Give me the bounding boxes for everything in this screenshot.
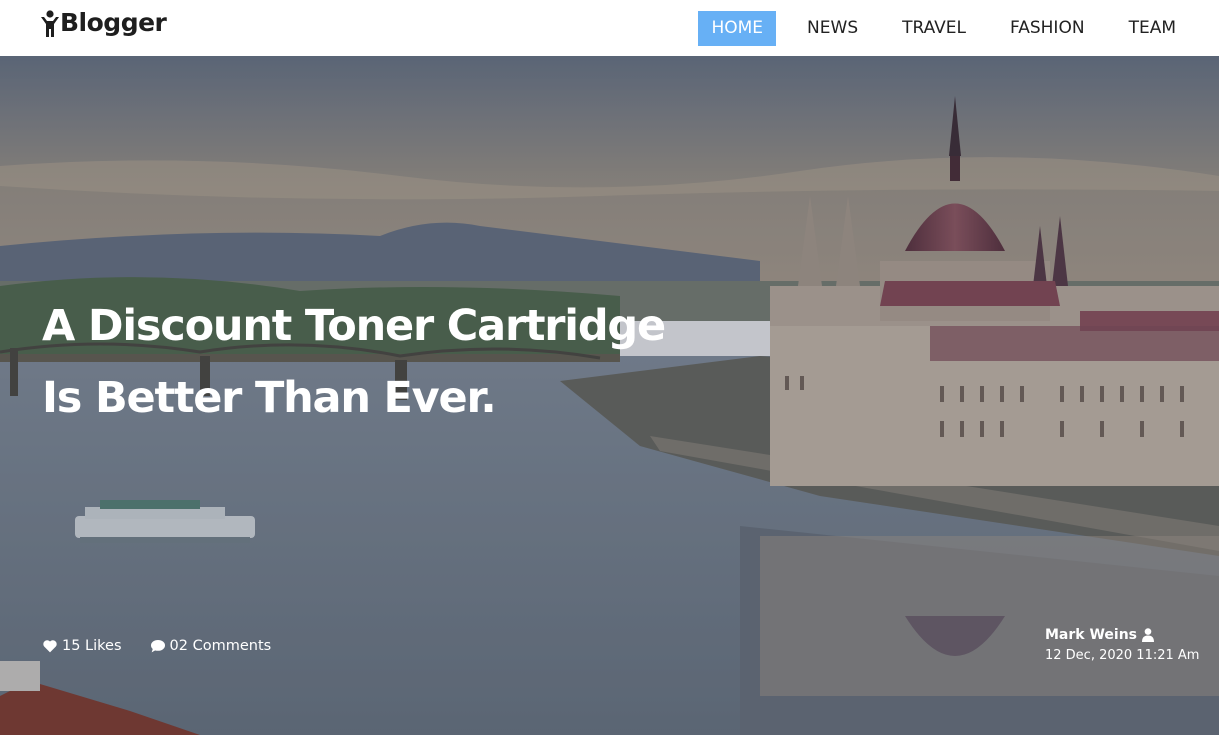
brand-name: Blogger <box>60 8 167 37</box>
post-date: 12 Dec, 2020 11:21 Am <box>1045 648 1200 663</box>
heart-icon <box>43 640 57 653</box>
post-headline[interactable]: A Discount Toner Cartridge Is Better Tha… <box>42 290 762 434</box>
person-arms-up-icon <box>41 10 59 37</box>
nav-travel[interactable]: TRAVEL <box>889 11 979 46</box>
nav-news[interactable]: NEWS <box>794 11 871 46</box>
user-icon <box>1142 628 1155 642</box>
headline-line-1: A Discount Toner Cartridge <box>42 301 666 351</box>
headline-line-2: Is Better Than Ever. <box>42 373 497 423</box>
nav-fashion[interactable]: FASHION <box>997 11 1098 46</box>
author-link[interactable]: Mark Weins <box>1045 627 1199 643</box>
likes-count: 15 Likes <box>62 638 122 654</box>
speech-bubble-icon <box>150 639 165 653</box>
comments-count: 02 Comments <box>169 638 272 654</box>
comments-link[interactable]: 02 Comments <box>150 638 272 654</box>
post-author-info: Mark Weins 12 Dec, 2020 11:21 Am <box>1045 627 1199 663</box>
nav-home[interactable]: HOME <box>698 11 777 46</box>
brand-logo[interactable]: Blogger <box>40 8 167 38</box>
author-name: Mark Weins <box>1045 627 1138 643</box>
hero-banner[interactable]: A Discount Toner Cartridge Is Better Tha… <box>0 56 1219 735</box>
top-navbar: Blogger HOME NEWS TRAVEL FASHION TEAM <box>0 0 1219 56</box>
nav-team[interactable]: TEAM <box>1116 11 1189 46</box>
likes-link[interactable]: 15 Likes <box>42 638 122 654</box>
post-stats: 15 Likes 02 Comments <box>42 638 299 654</box>
main-nav: HOME NEWS TRAVEL FASHION TEAM <box>680 11 1189 46</box>
